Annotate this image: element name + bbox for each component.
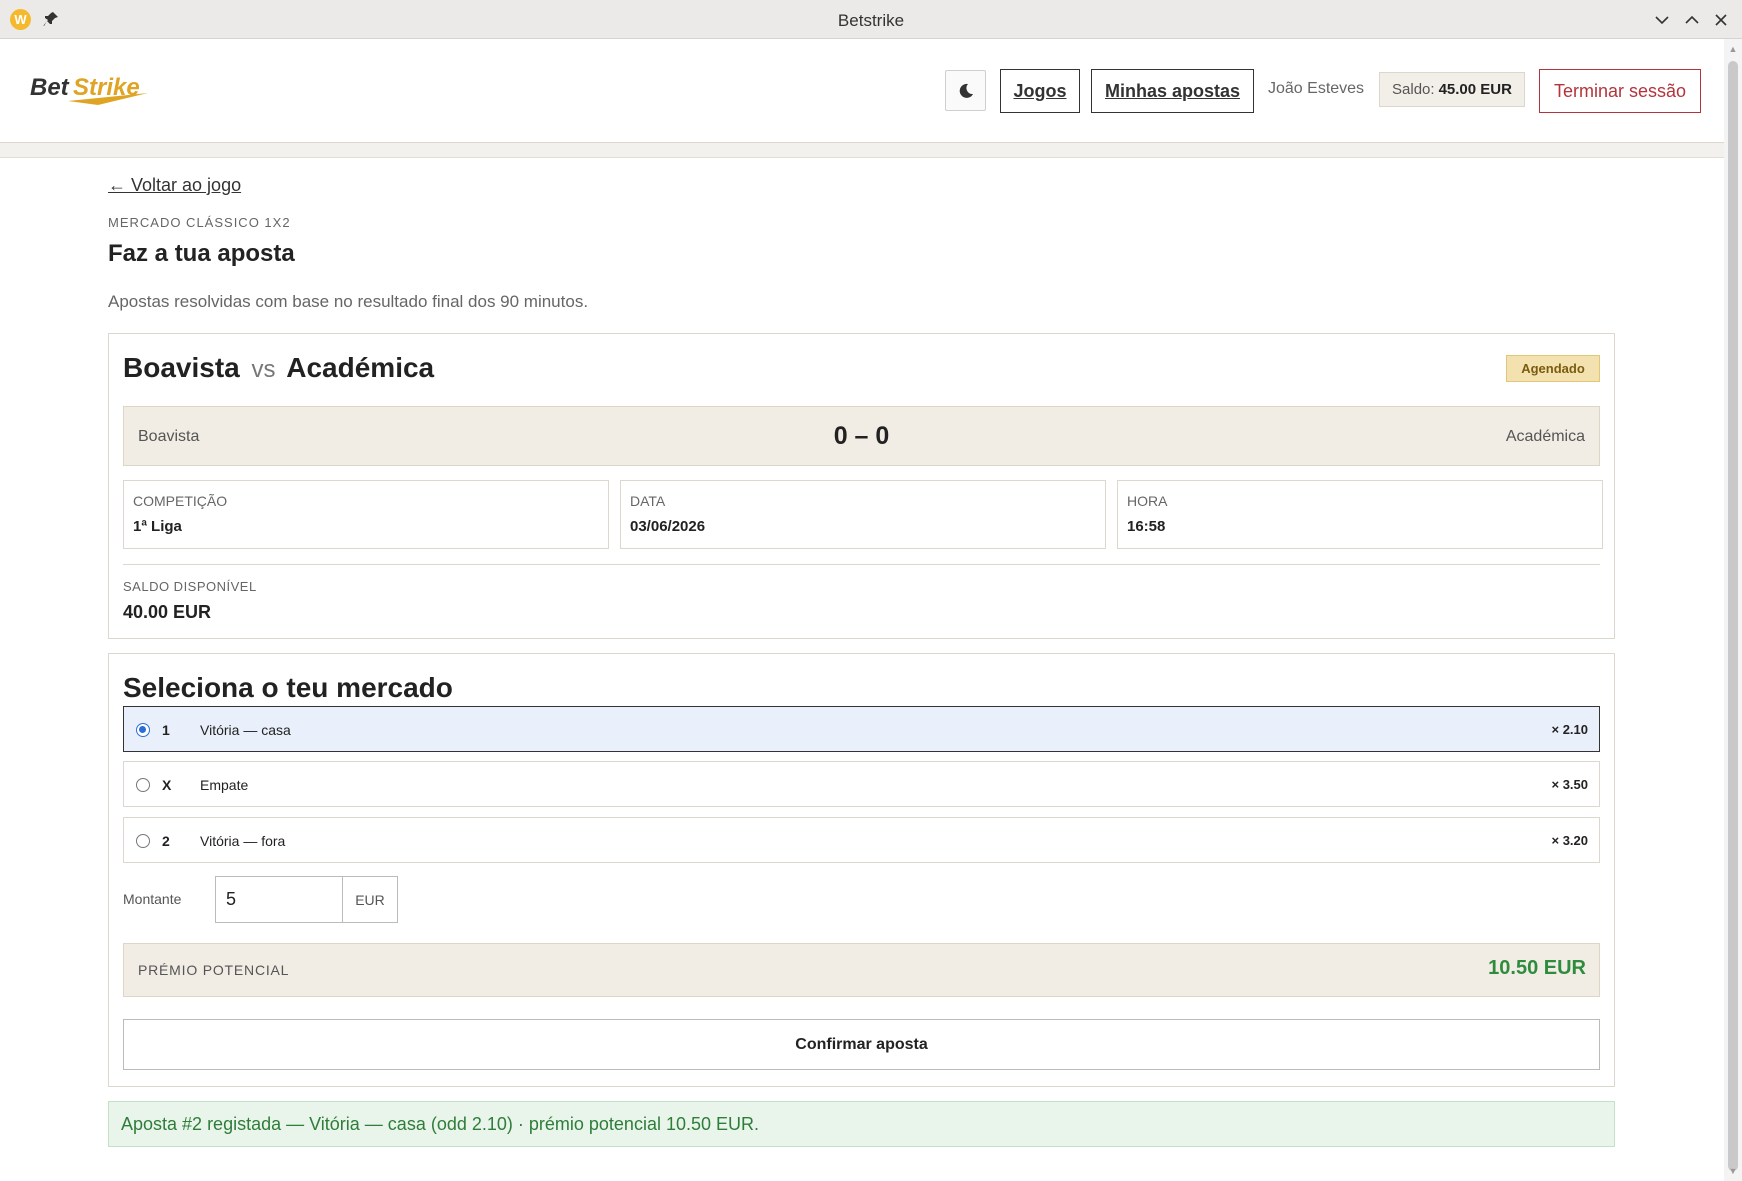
market-option-draw[interactable]: X Empate × 3.50 (123, 761, 1600, 807)
divider (123, 564, 1600, 565)
time-label: HORA (1127, 493, 1168, 509)
balance-value: 45.00 EUR (1438, 81, 1512, 98)
logout-button[interactable]: Terminar sessão (1539, 69, 1701, 113)
amount-label: Montante (123, 891, 182, 907)
score: 0 – 0 (833, 422, 890, 450)
confirm-bet-button[interactable]: Confirmar aposta (123, 1019, 1600, 1070)
betstrike-logo[interactable]: Bet Strike (28, 69, 168, 109)
option-label: Vitória — fora (200, 833, 286, 849)
potential-prize-bar: PRÉMIO POTENCIAL 10.50 EUR (123, 943, 1600, 997)
user-name: João Esteves (1268, 80, 1365, 97)
time-value: 16:58 (1127, 518, 1166, 535)
minimize-icon[interactable] (1652, 10, 1672, 30)
market-title: Seleciona o teu mercado (123, 672, 453, 703)
balance-badge: Saldo: 45.00 EUR (1379, 72, 1525, 107)
header-band (0, 143, 1724, 158)
available-balance-label: SALDO DISPONÍVEL (123, 579, 257, 594)
amount-input[interactable] (215, 876, 343, 923)
success-message: Aposta #2 registada — Vitória — casa (od… (108, 1101, 1615, 1147)
home-team: Boavista (123, 352, 240, 383)
balance-label: Saldo: (1392, 81, 1435, 98)
nav-games-link[interactable]: Jogos (1000, 69, 1080, 113)
market-card: Seleciona o teu mercado 1 Vitória — casa… (108, 653, 1615, 1087)
competition-value: 1ª Liga (133, 518, 182, 535)
competition-box: COMPETIÇÃO 1ª Liga (123, 480, 609, 549)
match-card: Boavista vs Académica Agendado Boavista … (108, 333, 1615, 639)
nav-my-bets-link[interactable]: Minhas apostas (1091, 69, 1254, 113)
scroll-up-icon[interactable]: ▲ (1728, 44, 1738, 54)
window-title: Betstrike (837, 11, 905, 30)
vs-separator: vs (251, 356, 276, 383)
date-box: DATA 03/06/2026 (620, 480, 1106, 549)
market-eyebrow: MERCADO CLÁSSICO 1X2 (108, 215, 291, 230)
radio-draw[interactable] (136, 778, 150, 792)
moon-icon (959, 83, 973, 98)
status-badge: Agendado (1506, 355, 1600, 382)
option-code: 2 (162, 833, 170, 849)
scrollbar-thumb[interactable] (1728, 61, 1738, 1171)
market-option-home[interactable]: 1 Vitória — casa × 2.10 (123, 706, 1600, 752)
competition-label: COMPETIÇÃO (133, 493, 228, 509)
back-to-game-link[interactable]: ← Voltar ao jogo (108, 175, 241, 196)
option-odd: × 3.20 (1551, 833, 1588, 848)
page-description: Apostas resolvidas com base no resultado… (108, 292, 589, 311)
option-code: 1 (162, 722, 170, 738)
scroll-down-icon[interactable]: ▼ (1728, 1166, 1738, 1176)
option-code: X (162, 777, 172, 793)
page-title: Faz a tua aposta (108, 240, 295, 267)
site-header: Bet Strike Jogos Minhas apostas João Est… (0, 39, 1724, 143)
date-label: DATA (630, 493, 666, 509)
time-box: HORA 16:58 (1117, 480, 1603, 549)
main-content: ← Voltar ao jogo MERCADO CLÁSSICO 1X2 Fa… (0, 158, 1724, 1181)
svg-text:Bet: Bet (30, 74, 70, 101)
available-balance-value: 40.00 EUR (123, 602, 212, 622)
radio-away[interactable] (136, 834, 150, 848)
page-scrollbar[interactable]: ▲ ▼ (1724, 39, 1742, 1181)
market-option-away[interactable]: 2 Vitória — fora × 3.20 (123, 817, 1600, 863)
scoreboard-away-team: Académica (1505, 428, 1585, 445)
option-label: Vitória — casa (200, 722, 291, 738)
potential-prize-label: PRÉMIO POTENCIAL (138, 962, 290, 978)
potential-prize-value: 10.50 EUR (1488, 957, 1586, 979)
option-label: Empate (200, 777, 249, 793)
away-team: Académica (286, 352, 435, 383)
theme-toggle-button[interactable] (945, 70, 986, 111)
radio-home-selected[interactable] (136, 723, 150, 737)
close-window-icon[interactable] (1711, 10, 1731, 30)
option-odd: × 2.10 (1551, 722, 1588, 737)
match-title: Boavista vs Académica (123, 352, 434, 384)
window-titlebar: W Betstrike (0, 0, 1742, 39)
maximize-icon[interactable] (1682, 10, 1702, 30)
option-odd: × 3.50 (1551, 777, 1588, 792)
date-value: 03/06/2026 (630, 518, 706, 535)
amount-unit: EUR (342, 876, 398, 923)
scoreboard: Boavista 0 – 0 Académica (123, 406, 1600, 466)
